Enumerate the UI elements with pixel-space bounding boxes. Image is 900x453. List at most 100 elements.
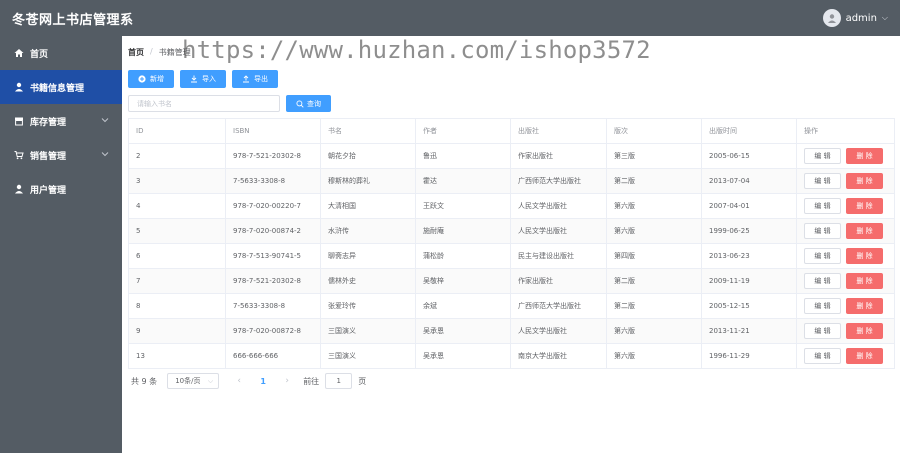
delete-button[interactable]: 删 除 [846,273,883,289]
pagination: 共 9 条 10条/页 ⌵ ‹ 1 › 前往 1 页 [131,373,366,389]
table-cell: 吴承恩 [415,343,511,369]
delete-button[interactable]: 删 除 [846,298,883,314]
sidebar-item-book-info[interactable]: 书籍信息管理 [0,70,122,104]
next-page-icon[interactable]: › [275,376,299,386]
table-row: 4 978-7-020-00220-7 大清相国 王跃文 人民文学出版社 第六版 2007-… [128,193,895,219]
upload-icon [243,75,249,83]
table-cell: 水浒传 [320,218,416,244]
actions-cell: 编 辑删 除 [796,168,895,194]
delete-button[interactable]: 删 除 [846,348,883,364]
goto-page-input[interactable]: 1 [325,373,353,389]
table-cell: 2005-06-15 [701,143,797,169]
chevron-down-icon[interactable] [101,116,109,126]
edit-button[interactable]: 编 辑 [804,248,841,264]
table-cell: 张爱玲传 [320,293,416,319]
username[interactable]: admin [846,13,877,24]
table-cell: 三国演义 [320,318,416,344]
plus-circle-icon [138,75,146,83]
chevron-down-icon[interactable]: ⌵ [882,13,888,23]
table-cell: 吴敬梓 [415,268,511,294]
delete-button[interactable]: 删 除 [846,223,883,239]
table-cell: 广西师范大学出版社 [510,168,607,194]
breadcrumb-current: 书籍管理 [158,48,191,57]
edit-button[interactable]: 编 辑 [804,223,841,239]
sidebar-item-home[interactable]: 首页 [0,36,122,70]
edit-button[interactable]: 编 辑 [804,323,841,339]
table-cell: 2005-12-15 [701,293,797,319]
table-cell: 978-7-513-90741-5 [225,243,321,269]
table-cell: 9 [128,318,226,344]
delete-button[interactable]: 删 除 [846,198,883,214]
delete-button[interactable]: 删 除 [846,148,883,164]
actions-cell: 编 辑删 除 [796,218,895,244]
table-cell: 大清相国 [320,193,416,219]
delete-button[interactable]: 删 除 [846,323,883,339]
table-cell: 978-7-020-00872-8 [225,318,321,344]
search-button-label: 查询 [307,99,321,108]
current-page[interactable]: 1 [251,377,275,386]
table-row: 8 7-5633-3308-8 张爱玲传 余斌 广西师范大学出版社 第二版 2005-12-… [128,293,895,319]
table-cell: 978-7-521-20302-8 [225,143,321,169]
chevron-down-icon[interactable]: ⌵ [208,377,213,386]
column-header[interactable]: 版次 [606,118,702,144]
sidebar-item-label: 书籍信息管理 [30,83,85,94]
sidebar-item-sales[interactable]: 销售管理 [0,138,122,172]
search-icon [296,99,304,108]
table-cell: 穆斯林的葬礼 [320,168,416,194]
table-cell: 人民文学出版社 [510,193,607,219]
delete-button[interactable]: 删 除 [846,248,883,264]
books-table: ID ISBN 书名 作者 出版社 版次 出版时间 操作 2 978-7-521-… [128,118,895,369]
column-header[interactable]: 书名 [320,118,416,144]
table-cell: 儒林外史 [320,268,416,294]
search-button[interactable]: 查询 [286,95,331,112]
edit-button[interactable]: 编 辑 [804,198,841,214]
column-header[interactable]: 作者 [415,118,511,144]
sidebar-item-inventory[interactable]: 库存管理 [0,104,122,138]
page-suffix: 页 [358,376,367,386]
table-cell: 2013-06-23 [701,243,797,269]
table-cell: 聊斋志异 [320,243,416,269]
edit-button[interactable]: 编 辑 [804,298,841,314]
chevron-down-icon[interactable] [101,150,109,160]
table-cell: 第六版 [606,318,702,344]
table-cell: 三国演义 [320,343,416,369]
column-header[interactable]: 出版社 [510,118,607,144]
add-button[interactable]: 新增 [128,70,174,88]
prev-page-icon[interactable]: ‹ [227,376,251,386]
table-cell: 南京大学出版社 [510,343,607,369]
export-button[interactable]: 导出 [232,70,278,88]
import-button[interactable]: 导入 [180,70,226,88]
edit-button[interactable]: 编 辑 [804,273,841,289]
watermark-text: https://www.huzhan.com/ishop3572 [182,36,651,64]
breadcrumb-home[interactable]: 首页 [128,47,144,58]
page-size-select[interactable]: 10条/页 ⌵ [167,373,220,389]
table-cell: 666-666-666 [225,343,321,369]
edit-button[interactable]: 编 辑 [804,148,841,164]
main-content: 首页 / 书籍管理 新增 导入 导出 请输入书名 查询 ID ISBN 书名 作… [122,36,900,453]
table-cell: 第六版 [606,193,702,219]
table-cell: 鲁迅 [415,143,511,169]
edit-button[interactable]: 编 辑 [804,173,841,189]
sidebar-item-users[interactable]: 用户管理 [0,172,122,206]
search-input[interactable]: 请输入书名 [128,95,280,112]
delete-button[interactable]: 删 除 [846,173,883,189]
sidebar-item-label: 首页 [30,49,49,60]
actions-cell: 编 辑删 除 [796,268,895,294]
user-menu[interactable]: admin ⌵ [822,9,888,27]
edit-button[interactable]: 编 辑 [804,348,841,364]
column-header[interactable]: ISBN [225,118,321,144]
breadcrumb: 首页 / 书籍管理 [128,47,191,58]
sidebar-item-label: 销售管理 [30,151,67,162]
user-icon [14,184,26,194]
table-row: 3 7-5633-3308-8 穆斯林的葬礼 霍达 广西师范大学出版社 第二版 2013-0… [128,168,895,194]
column-header[interactable]: ID [128,118,226,144]
table-cell: 王跃文 [415,193,511,219]
column-header[interactable]: 出版时间 [701,118,797,144]
table-cell: 广西师范大学出版社 [510,293,607,319]
app-title: 冬苍网上书店管理系 [12,13,134,28]
avatar[interactable] [822,9,841,27]
table-cell: 8 [128,293,226,319]
top-header: 冬苍网上书店管理系 admin ⌵ [0,0,900,36]
table-cell: 978-7-020-00220-7 [225,193,321,219]
table-cell: 人民文学出版社 [510,318,607,344]
